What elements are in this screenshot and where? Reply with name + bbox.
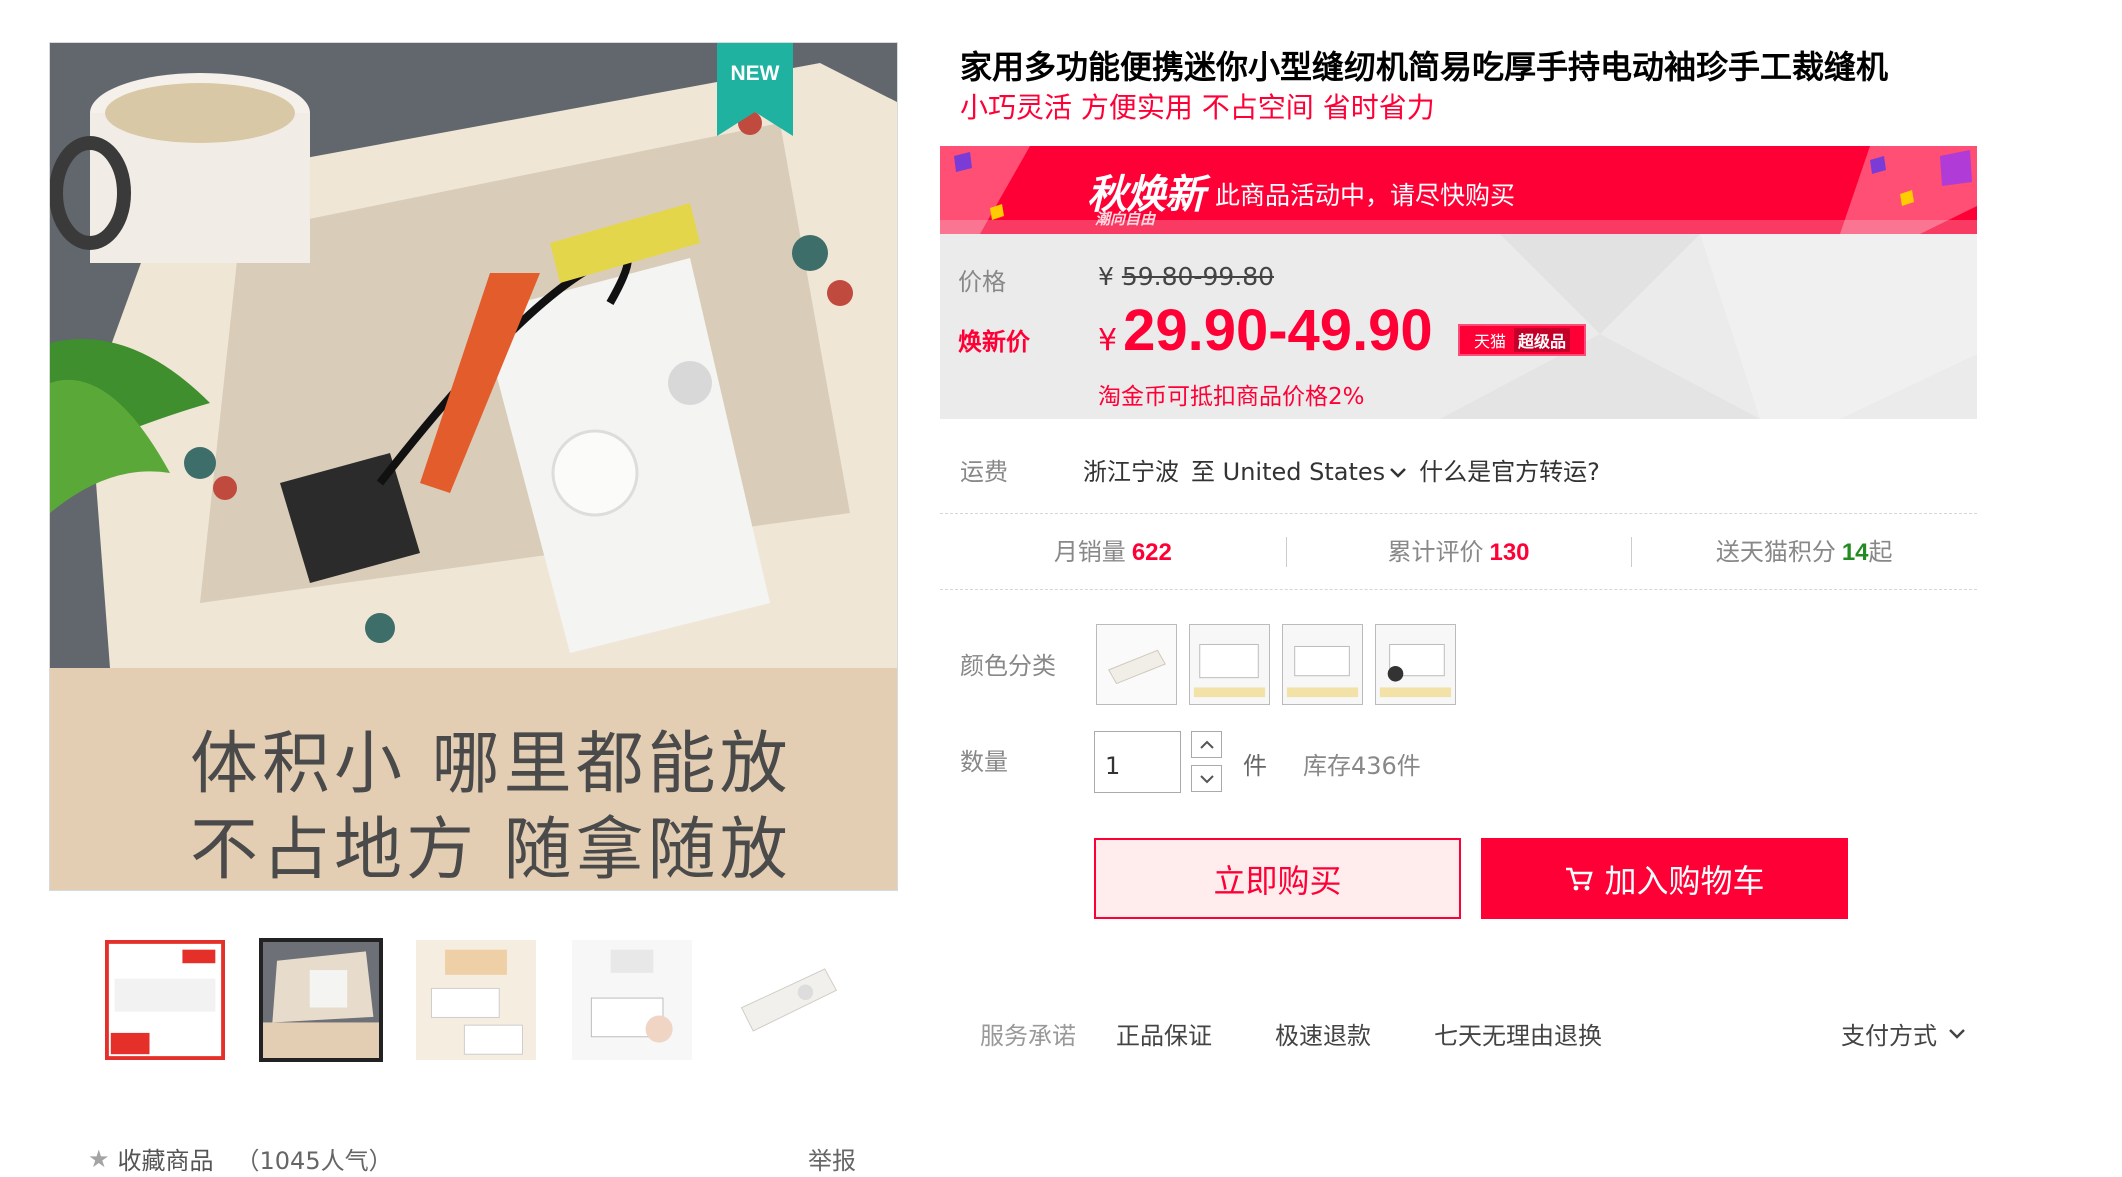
promo-banner: 秋焕新 潮向自由 此商品活动中，请尽快购买	[940, 146, 1977, 234]
stock-count: 库存436件	[1303, 752, 1421, 780]
quantity-input[interactable]: 1	[1094, 731, 1181, 793]
product-title: 家用多功能便携迷你小型缝纫机简易吃厚手持电动袖珍手工裁缝机	[960, 48, 1889, 86]
thumbnail-5[interactable]	[726, 938, 850, 1062]
payment-methods-label: 支付方式	[1841, 1022, 1937, 1050]
image-caption-line-2: 不占地方 随拿随放	[190, 811, 792, 890]
color-swatches	[1096, 624, 1456, 705]
main-product-image[interactable]: 体积小 哪里都能放 不占地方 随拿随放 NEW	[49, 42, 898, 891]
chevron-down-icon	[1390, 468, 1407, 478]
new-badge: NEW	[717, 43, 793, 136]
report-link[interactable]: 举报	[808, 1141, 856, 1176]
shipping-row: 运费 浙江宁波 至 United States 什么是官方转运?	[960, 452, 1600, 487]
color-swatch-1[interactable]	[1096, 624, 1177, 705]
service-label: 服务承诺	[980, 1022, 1076, 1050]
price-box: 价格 ¥ 59.80-99.80 焕新价 ¥ 29.90-49.90 天猫 超级…	[940, 234, 1977, 419]
monthly-sales: 月销量 622	[940, 531, 1286, 573]
monthly-sales-label: 月销量	[1053, 538, 1126, 566]
shipping-origin: 浙江宁波	[1083, 458, 1179, 486]
promo-price-label: 焕新价	[958, 328, 1030, 356]
image-caption-band: 体积小 哪里都能放 不占地方 随拿随放	[50, 668, 897, 890]
add-to-cart-button[interactable]: 加入购物车	[1481, 838, 1848, 919]
tmall-tag: 天猫 超级品	[1458, 324, 1586, 356]
thumbnail-1[interactable]	[103, 938, 227, 1062]
tmall-points: 送天猫积分 14起	[1631, 531, 1977, 573]
forwarding-help-link[interactable]: 什么是官方转运?	[1419, 452, 1600, 487]
chevron-up-icon	[1199, 740, 1214, 749]
service-item-fast-refund[interactable]: 极速退款	[1275, 1016, 1371, 1051]
tmall-tag-left: 天猫	[1473, 332, 1506, 351]
original-price-currency: ¥	[1098, 262, 1114, 291]
color-option-label: 颜色分类	[960, 652, 1056, 680]
product-subtitle: 小巧灵活 方便实用 不占空间 省时省力	[960, 91, 1435, 124]
chevron-down-icon	[1199, 774, 1214, 783]
add-to-cart-label: 加入购物车	[1604, 861, 1765, 900]
tmall-points-label: 送天猫积分	[1715, 538, 1836, 566]
original-price: ¥ 59.80-99.80	[1098, 262, 1274, 291]
divider	[940, 589, 1977, 590]
quantity-unit: 件	[1243, 752, 1267, 780]
shipping-destination: 至 United States	[1191, 458, 1386, 486]
service-promises: 服务承诺 正品保证 极速退款 七天无理由退换	[980, 1016, 1602, 1051]
promo-message: 此商品活动中，请尽快购买	[1215, 181, 1516, 210]
new-badge-label: NEW	[730, 62, 780, 85]
color-swatch-3[interactable]	[1282, 624, 1363, 705]
chevron-down-icon	[1949, 1028, 1965, 1039]
cart-icon	[1566, 867, 1594, 890]
product-photo	[50, 43, 897, 668]
color-swatch-4[interactable]	[1375, 624, 1456, 705]
color-swatch-2[interactable]	[1189, 624, 1270, 705]
favorite-label: 收藏商品	[117, 1147, 214, 1175]
favorite-product-link[interactable]: ★ 收藏商品 （1045人气）	[88, 1141, 393, 1176]
divider	[940, 513, 1977, 514]
thumbnail-4[interactable]	[570, 938, 694, 1062]
buy-now-label: 立即购买	[1213, 861, 1342, 900]
review-count-label: 累计评价	[1387, 538, 1484, 566]
tmall-tag-right: 超级品	[1514, 328, 1571, 352]
monthly-sales-value: 622	[1131, 539, 1172, 566]
star-icon: ★	[88, 1144, 110, 1173]
thumbnail-2[interactable]	[259, 938, 383, 1062]
quantity-label: 数量	[960, 748, 1008, 776]
service-item-authentic[interactable]: 正品保证	[1116, 1016, 1212, 1051]
sales-stats: 月销量 622 累计评价 130 送天猫积分 14起	[940, 531, 1977, 573]
current-price-currency: ¥	[1098, 323, 1118, 358]
shipping-label: 运费	[960, 458, 1008, 486]
current-price: ¥ 29.90-49.90	[1098, 297, 1433, 364]
payment-methods-dropdown[interactable]: 支付方式	[1841, 1016, 1967, 1051]
tmall-points-value: 14	[1841, 539, 1869, 566]
thumbnail-3[interactable]	[414, 938, 538, 1062]
current-price-value: 29.90-49.90	[1123, 298, 1433, 363]
quantity-increase-button[interactable]	[1191, 731, 1222, 758]
service-item-seven-day-return[interactable]: 七天无理由退换	[1434, 1016, 1602, 1051]
shipping-destination-select[interactable]: 至 United States	[1191, 452, 1409, 487]
image-caption-line-1: 体积小 哪里都能放	[190, 725, 792, 804]
review-count-value: 130	[1489, 539, 1530, 566]
original-price-value: 59.80-99.80	[1121, 262, 1275, 291]
popularity-count: （1045人气）	[235, 1147, 393, 1175]
quantity-decrease-button[interactable]	[1191, 765, 1222, 792]
promo-logo-sub: 潮向自由	[1095, 210, 1156, 228]
buy-now-button[interactable]: 立即购买	[1094, 838, 1461, 919]
price-label: 价格	[958, 268, 1006, 296]
tmall-points-suffix: 起	[1868, 538, 1893, 566]
review-count[interactable]: 累计评价 130	[1285, 531, 1632, 573]
coin-discount-note: 淘金币可抵扣商品价格2%	[1098, 384, 1365, 410]
